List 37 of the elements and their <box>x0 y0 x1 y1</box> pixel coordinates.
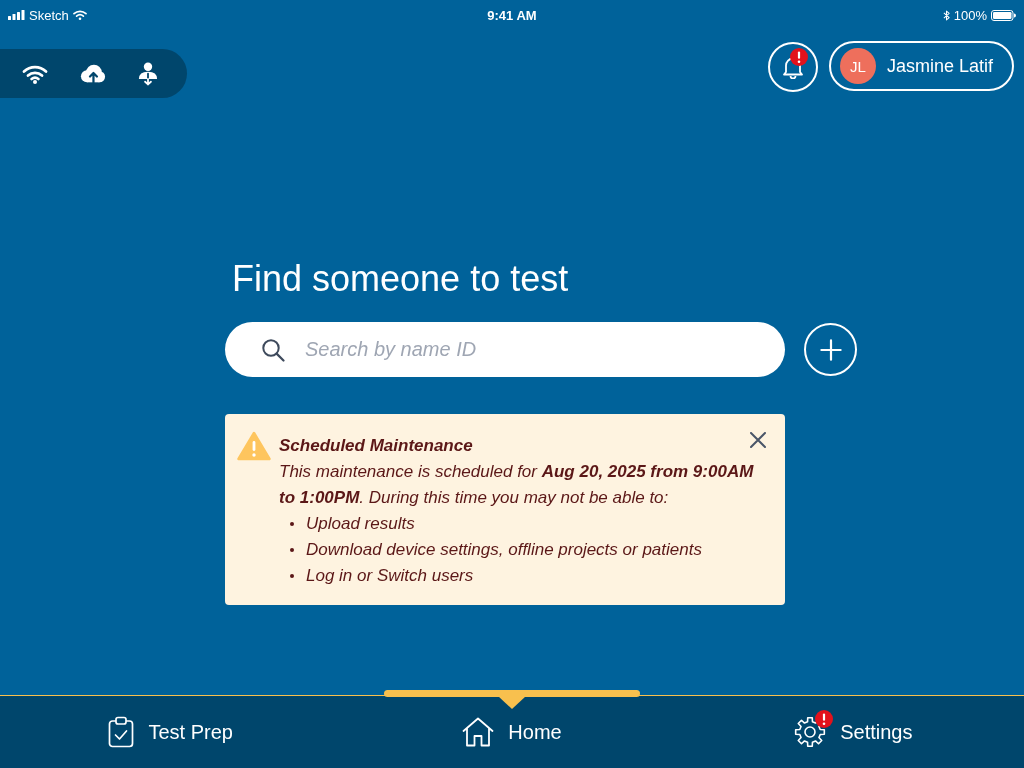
alert-badge-icon <box>790 48 808 66</box>
user-menu-button[interactable]: JL Jasmine Latif <box>829 41 1014 91</box>
plus-icon <box>819 338 842 361</box>
nav-tab[interactable]: Home <box>341 696 683 768</box>
battery-icon <box>991 9 1016 21</box>
clipboard-check-icon <box>108 716 135 748</box>
wifi-icon <box>72 10 87 20</box>
search-field[interactable]: Search by name ID <box>225 322 785 377</box>
person-download-icon[interactable] <box>138 61 158 86</box>
close-icon[interactable] <box>750 432 766 448</box>
search-icon <box>261 338 285 362</box>
bell-icon <box>782 55 804 79</box>
notice-list-item: Download device settings, offline projects or patients <box>306 539 702 561</box>
notice-list-item: Upload results <box>306 513 415 535</box>
signal-icon <box>8 10 25 20</box>
bullet-icon <box>290 574 294 578</box>
gear-icon <box>794 716 827 748</box>
warning-icon <box>237 431 271 461</box>
bluetooth-icon <box>942 9 950 21</box>
notice-list-item: Log in or Switch users <box>306 565 474 587</box>
nav-tab[interactable]: Settings <box>682 696 1024 768</box>
house-icon <box>462 717 495 747</box>
cloud-upload-icon[interactable] <box>80 64 106 83</box>
notice-message: This maintenance is scheduled for Aug 20, 2025 from 9:00AM to 1:00PM. During this time you may not be able to: <box>279 461 755 509</box>
user-name: Jasmine Latif <box>887 55 994 77</box>
nav-tab[interactable]: Test Prep <box>0 696 342 768</box>
bullet-icon <box>290 548 294 552</box>
carrier-name: Sketch <box>29 7 69 23</box>
notice-title: Scheduled Maintenance <box>279 435 473 457</box>
status-time: 9:41 AM <box>487 7 537 23</box>
user-avatar: JL <box>840 48 876 84</box>
notifications-button[interactable] <box>768 42 818 92</box>
bullet-icon <box>290 522 294 526</box>
page-heading: Find someone to test <box>231 258 569 300</box>
battery-percent: 100% <box>953 7 987 23</box>
add-person-button[interactable] <box>804 323 857 376</box>
wifi-icon[interactable] <box>22 63 48 84</box>
